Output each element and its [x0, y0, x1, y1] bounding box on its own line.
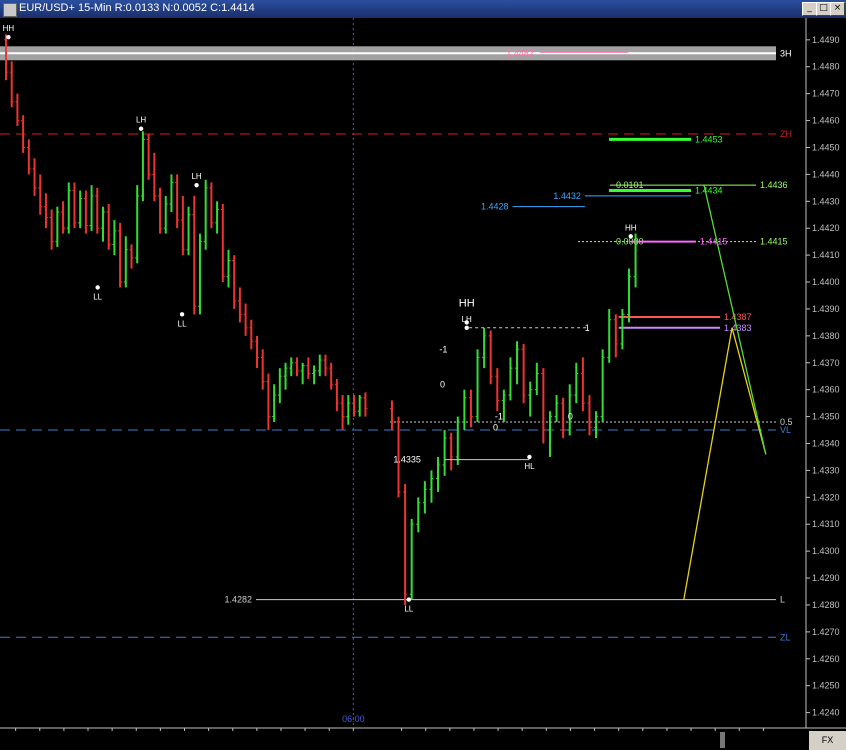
- level-label: 1.4434: [695, 186, 723, 196]
- y-tick-label: 1.4320: [812, 492, 840, 502]
- level-label: 1.4453: [695, 134, 723, 144]
- swing-count-label: 0: [493, 422, 498, 432]
- y-tick-label: 1.4360: [812, 385, 840, 395]
- time-scroll-track[interactable]: [0, 731, 809, 750]
- y-tick-label: 1.4410: [812, 250, 840, 260]
- swing-count-label: -1: [439, 344, 447, 354]
- swing-label: LL: [404, 605, 413, 614]
- y-tick-label: 1.4300: [812, 546, 840, 556]
- swing-label: LH: [136, 116, 146, 125]
- hline-label: 1.4415: [760, 237, 788, 247]
- swing-dot: [194, 182, 199, 188]
- chart-background: [0, 18, 846, 731]
- y-tick-label: 1.4400: [812, 277, 840, 287]
- swing-dot: [6, 34, 11, 40]
- swing-label: HH: [625, 223, 637, 232]
- level-label: 1.4428: [481, 202, 509, 212]
- hline-label: VL: [780, 425, 791, 435]
- fib-value-label: 0.0101: [616, 180, 644, 190]
- y-tick-label: 1.4380: [812, 331, 840, 341]
- y-tick-label: 1.4460: [812, 116, 840, 126]
- scroll-position-marker[interactable]: [720, 732, 725, 748]
- swing-count-label: -1: [495, 412, 503, 422]
- fx-label[interactable]: FX: [809, 731, 846, 750]
- y-tick-label: 1.4310: [812, 519, 840, 529]
- fib-price-label: 1.4436: [760, 180, 788, 190]
- y-tick-label: 1.4480: [812, 62, 840, 72]
- hline-label: ZL: [780, 632, 791, 642]
- separator-time-label: 06:00: [342, 714, 365, 724]
- hline-label: 3H: [780, 48, 792, 58]
- y-tick-label: 1.4470: [812, 89, 840, 99]
- swing-dot: [628, 234, 633, 239]
- y-tick-label: 1.4270: [812, 627, 840, 637]
- y-tick-label: 1.4350: [812, 412, 840, 422]
- y-tick-label: 1.4330: [812, 465, 840, 475]
- y-tick-label: 1.4430: [812, 196, 840, 206]
- swing-count-label: 1: [585, 323, 590, 333]
- swing-count-label: 1.4335: [393, 455, 421, 465]
- swing-label: LH: [191, 172, 201, 181]
- y-tick-label: 1.4250: [812, 681, 840, 691]
- level-label: 1.4415: [700, 237, 728, 247]
- y-tick-label: 1.4370: [812, 358, 840, 368]
- swing-count-label: 0: [568, 412, 573, 422]
- y-tick-label: 1.4420: [812, 223, 840, 233]
- swing-count-label: 0: [440, 379, 445, 389]
- level-label: 1.4432: [553, 191, 581, 201]
- swing-label: LL: [93, 292, 102, 301]
- hline-label: ZH: [780, 129, 792, 139]
- swing-label: LL: [178, 319, 187, 328]
- hline-value-label: 1.4482: [506, 48, 534, 58]
- y-tick-label: 1.4390: [812, 304, 840, 314]
- swing-dot: [95, 285, 100, 290]
- y-tick-label: 1.4240: [812, 708, 840, 718]
- y-tick-label: 1.4490: [812, 35, 840, 45]
- window-title: EUR/USD+ 15-Min R:0.0133 N:0.0052 C:1.44…: [19, 2, 255, 14]
- close-icon[interactable]: ×: [830, 2, 845, 16]
- swing-dot: [527, 454, 532, 460]
- y-tick-label: 1.4280: [812, 600, 840, 610]
- y-tick-label: 1.4340: [812, 439, 840, 449]
- swing-dot: [464, 325, 469, 330]
- price-chart[interactable]: 1.4490 1.4480 1.4470 1.4460 1.4450 1.4440 1.44…: [0, 18, 846, 731]
- window-titlebar: EUR/USD+ 15-Min R:0.0133 N:0.0052 C:1.44…: [0, 0, 846, 18]
- swing-label: HH: [3, 24, 15, 33]
- swing-label: HH: [459, 297, 475, 309]
- swing-dot: [138, 126, 144, 131]
- swing-label: HL: [524, 462, 535, 471]
- y-tick-label: 1.4450: [812, 142, 840, 152]
- y-tick-label: 1.4260: [812, 654, 840, 664]
- maximize-icon[interactable]: □: [816, 2, 831, 16]
- y-tick-label: 1.4440: [812, 169, 840, 179]
- swing-dot: [179, 312, 185, 317]
- hline-value-label: 1.4282: [224, 595, 252, 605]
- swing-dot: [406, 597, 412, 602]
- y-tick-label: 1.4290: [812, 573, 840, 583]
- hline-label: L: [780, 595, 785, 605]
- chart-app-icon: [3, 3, 17, 17]
- level-label: 1.4387: [724, 312, 752, 322]
- swing-label: LH: [462, 315, 472, 324]
- minimize-icon[interactable]: _: [802, 2, 817, 16]
